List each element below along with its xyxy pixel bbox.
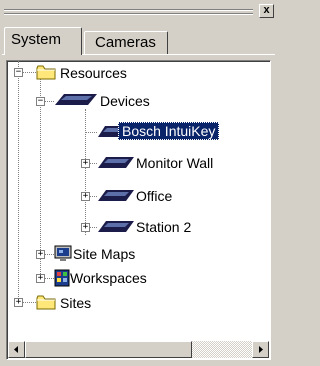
tree-line — [85, 109, 86, 235]
keyboard-device-icon — [98, 190, 134, 201]
expand-toggle[interactable]: + — [81, 192, 90, 201]
tree-line — [85, 132, 97, 133]
scroll-right-button[interactable] — [252, 341, 269, 358]
tree-node-bosch-intuikey[interactable]: Bosch IntuiKey — [118, 122, 220, 140]
keyboard-device-icon — [98, 221, 134, 232]
expand-toggle[interactable]: + — [81, 159, 90, 168]
scroll-thumb[interactable] — [25, 341, 192, 358]
expand-toggle[interactable]: + — [81, 223, 90, 232]
collapse-toggle[interactable]: − — [36, 97, 45, 106]
tree-node-devices[interactable]: Devices — [100, 92, 150, 110]
collapse-toggle[interactable]: − — [14, 68, 23, 77]
expand-toggle[interactable]: + — [36, 274, 45, 283]
keyboard-device-icon — [55, 94, 97, 105]
scroll-left-button[interactable] — [8, 341, 25, 358]
folder-icon — [36, 295, 56, 310]
tree-node-monitor-wall[interactable]: Monitor Wall — [136, 154, 213, 172]
site-map-icon — [54, 245, 72, 261]
arrow-right-icon — [259, 346, 263, 353]
tree-node-workspaces[interactable]: Workspaces — [70, 269, 147, 287]
tab-cameras[interactable]: Cameras — [84, 31, 168, 55]
drag-grip[interactable] — [4, 9, 253, 11]
tree-node-site-maps[interactable]: Site Maps — [73, 245, 135, 263]
workspace-icon — [54, 269, 70, 287]
tree-node-resources[interactable]: Resources — [60, 64, 127, 82]
tree-node-station-2[interactable]: Station 2 — [136, 218, 191, 236]
close-button[interactable]: x — [259, 4, 274, 18]
folder-icon — [36, 65, 56, 80]
resource-tree[interactable]: − Resources − Devices Bosch IntuiKey + M… — [7, 61, 270, 337]
drag-grip[interactable] — [4, 13, 253, 15]
panel-title-bar: x — [0, 0, 277, 24]
keyboard-device-icon — [98, 157, 134, 168]
tree-node-office[interactable]: Office — [136, 187, 172, 205]
tab-system[interactable]: System — [4, 27, 82, 55]
arrow-left-icon — [14, 346, 18, 353]
expand-toggle[interactable]: + — [36, 250, 45, 259]
expand-toggle[interactable]: + — [14, 298, 23, 307]
tree-line — [18, 61, 19, 307]
tree-node-sites[interactable]: Sites — [60, 294, 91, 312]
horizontal-scrollbar[interactable] — [8, 341, 269, 358]
tree-panel: − Resources − Devices Bosch IntuiKey + M… — [6, 60, 271, 360]
